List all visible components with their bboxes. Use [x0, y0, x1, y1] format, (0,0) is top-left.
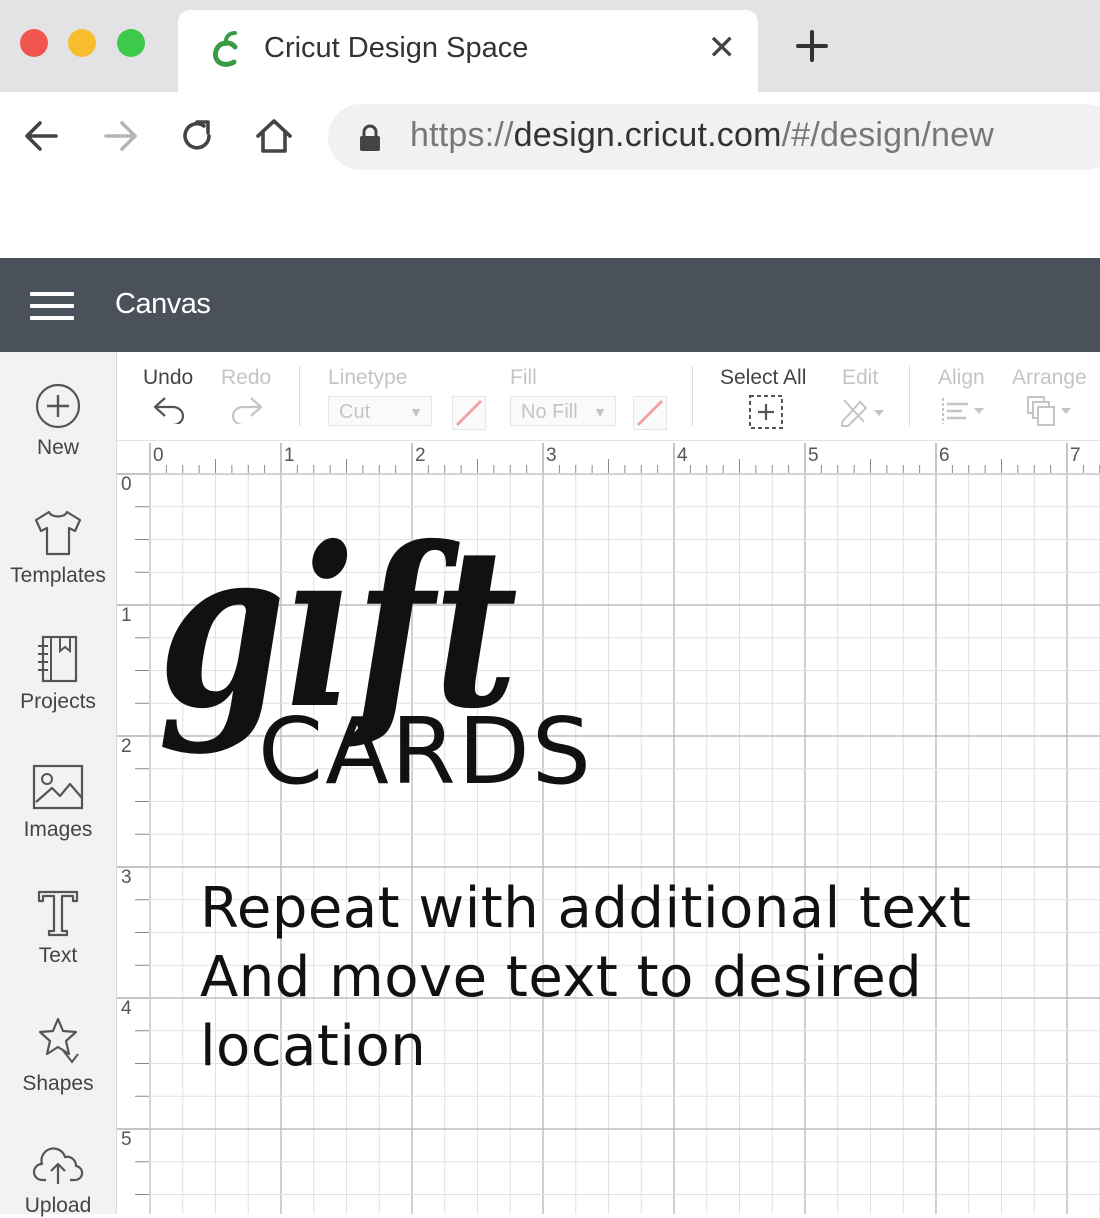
- no-color-slash-icon: [636, 399, 664, 427]
- arrange-label: Arrange: [1012, 366, 1087, 389]
- sidebar-item-upload[interactable]: Upload: [0, 1144, 116, 1218]
- align-label: Align: [938, 366, 985, 389]
- ruler-number: 0: [153, 445, 164, 466]
- sidebar-item-images[interactable]: Images: [0, 762, 116, 842]
- ruler-number: 2: [415, 445, 426, 466]
- sidebar-item-label: Projects: [20, 690, 96, 713]
- undo-label: Undo: [143, 366, 194, 389]
- window-minimize-button[interactable]: [68, 29, 96, 57]
- chevron-down-icon: ▼: [593, 404, 607, 420]
- back-arrow-icon[interactable]: [20, 114, 64, 158]
- ruler-number: 0: [121, 474, 132, 495]
- linetype-value: Cut: [339, 401, 371, 423]
- new-tab-plus-icon[interactable]: [792, 26, 832, 66]
- linetype-select[interactable]: Cut ▼: [328, 396, 432, 426]
- ruler-number: 4: [121, 998, 132, 1019]
- hamburger-menu-icon[interactable]: [30, 292, 74, 320]
- ruler-number: 3: [121, 867, 132, 888]
- vertical-ruler-ticks: [117, 473, 149, 1195]
- edit-pencil-icon[interactable]: [838, 394, 888, 428]
- reload-icon[interactable]: [175, 114, 219, 158]
- ruler-number: 5: [808, 445, 819, 466]
- horizontal-ruler-ticks: [149, 443, 1100, 473]
- ruler-number: 1: [284, 445, 295, 466]
- ruler-number: 4: [677, 445, 688, 466]
- no-color-slash-icon: [455, 399, 483, 427]
- instruction-line: location: [200, 1014, 427, 1079]
- undo-arrow-icon[interactable]: [151, 394, 187, 424]
- notebook-icon: [38, 635, 78, 683]
- ruler-number: 5: [121, 1129, 132, 1150]
- left-sidebar: New Templates Projects Images Text Shape…: [0, 352, 117, 1217]
- edit-toolbar: Undo Redo Linetype Cut ▼ Fill No Fill ▼ Se…: [117, 352, 1100, 441]
- text-t-icon: [37, 890, 79, 937]
- fill-label: Fill: [510, 366, 537, 389]
- sidebar-item-shapes[interactable]: Shapes: [0, 1016, 116, 1096]
- toolbar-divider: [299, 366, 300, 426]
- sidebar-item-label: New: [36, 436, 79, 459]
- browser-tab-bar: Cricut Design Space ✕: [0, 0, 1100, 92]
- window-zoom-button[interactable]: [117, 29, 145, 57]
- sidebar-item-label: Upload: [24, 1194, 92, 1217]
- home-icon[interactable]: [252, 114, 296, 158]
- ruler-number: 2: [121, 736, 132, 757]
- window-close-button[interactable]: [20, 29, 48, 57]
- fill-color-swatch[interactable]: [633, 396, 667, 430]
- shapes-icon: [38, 1017, 79, 1064]
- select-all-icon[interactable]: [748, 394, 784, 430]
- sidebar-item-label: Templates: [10, 564, 106, 587]
- chevron-down-icon: ▼: [409, 404, 423, 420]
- sidebar-item-text[interactable]: Text: [0, 888, 116, 968]
- url-text: https://design.cricut.com/#/design/new: [410, 116, 994, 155]
- url-host: design.cricut.com: [513, 116, 782, 154]
- sidebar-item-label: Shapes: [22, 1072, 94, 1095]
- url-scheme: https://: [410, 116, 514, 154]
- redo-label: Redo: [221, 366, 272, 389]
- linetype-label: Linetype: [328, 366, 408, 389]
- ruler-number: 3: [546, 445, 557, 466]
- fill-select[interactable]: No Fill ▼: [510, 396, 616, 426]
- arrange-layers-icon[interactable]: [1025, 394, 1077, 430]
- cricut-logo-icon: [213, 31, 238, 67]
- address-bar[interactable]: https://design.cricut.com/#/design/new: [328, 104, 1100, 170]
- image-icon: [32, 764, 84, 810]
- gift-cards-design[interactable]: gift CARDS: [150, 495, 610, 795]
- sidebar-item-projects[interactable]: Projects: [0, 634, 116, 714]
- browser-tab[interactable]: Cricut Design Space ✕: [178, 10, 758, 92]
- sidebar-item-templates[interactable]: Templates: [0, 508, 116, 588]
- tab-title: Cricut Design Space: [264, 32, 529, 64]
- instruction-line: Repeat with additional text: [200, 876, 972, 941]
- select-all-label: Select All: [720, 366, 807, 389]
- tab-close-icon[interactable]: ✕: [708, 28, 737, 68]
- forward-arrow-icon[interactable]: [98, 114, 142, 158]
- fill-value: No Fill: [521, 401, 578, 423]
- sidebar-item-new[interactable]: New: [0, 382, 116, 460]
- vertical-ruler: 0 1 2 3 4 5: [117, 473, 150, 1214]
- tshirt-icon: [34, 510, 82, 556]
- linetype-color-swatch[interactable]: [452, 396, 486, 430]
- lock-icon: [360, 124, 380, 151]
- instruction-text: Repeat with additional text And move tex…: [200, 874, 1080, 1081]
- redo-arrow-icon[interactable]: [229, 394, 265, 424]
- toolbar-divider: [692, 366, 693, 426]
- url-path: /#/design/new: [781, 116, 995, 154]
- sidebar-item-label: Images: [23, 818, 93, 841]
- ruler-number: 6: [939, 445, 950, 466]
- app-header: Canvas: [0, 258, 1100, 352]
- edit-label: Edit: [842, 366, 879, 389]
- design-caps-word: CARDS: [258, 698, 593, 795]
- page-title: Canvas: [115, 288, 211, 320]
- browser-nav-bar: https://design.cricut.com/#/design/new: [0, 92, 1100, 182]
- align-left-icon[interactable]: [940, 394, 990, 428]
- cloud-upload-icon: [32, 1147, 84, 1184]
- toolbar-divider: [909, 366, 910, 426]
- plus-circle-icon: [35, 383, 81, 429]
- sidebar-item-label: Text: [38, 944, 78, 967]
- instruction-line: And move text to desired: [200, 945, 923, 1010]
- horizontal-ruler: 0 1 2 3 4 5 6 7: [117, 441, 1100, 474]
- ruler-number: 1: [121, 605, 132, 626]
- ruler-number: 7: [1070, 445, 1081, 466]
